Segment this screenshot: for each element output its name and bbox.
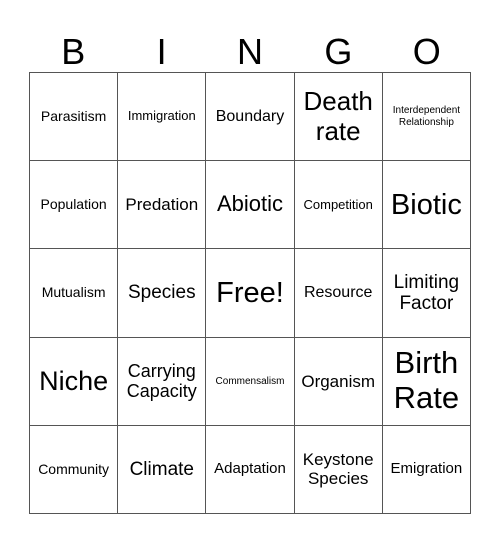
bingo-cell[interactable]: Immigration: [118, 73, 207, 162]
bingo-cell[interactable]: Community: [30, 425, 119, 514]
bingo-cell[interactable]: Parasitism: [30, 73, 119, 162]
bingo-cell[interactable]: Death rate: [294, 73, 383, 162]
bingo-cell[interactable]: Predation: [118, 161, 207, 250]
bingo-cell[interactable]: Niche: [30, 337, 119, 426]
bingo-cell[interactable]: Biotic: [382, 161, 471, 250]
bingo-cell[interactable]: Resource: [294, 249, 383, 338]
bingo-cell[interactable]: Interdependent Relationship: [382, 73, 471, 162]
header-letter-i: I: [156, 31, 167, 72]
bingo-cell[interactable]: Birth Rate: [382, 337, 471, 426]
bingo-cell[interactable]: Boundary: [206, 73, 295, 162]
bingo-cell[interactable]: Keystone Species: [294, 425, 383, 514]
header-letter-n: N: [236, 31, 263, 72]
header-letter-g: G: [324, 31, 353, 72]
header-letter-o: O: [412, 31, 441, 72]
bingo-cell[interactable]: Carrying Capacity: [118, 337, 207, 426]
bingo-cell[interactable]: Species: [118, 249, 207, 338]
bingo-cell[interactable]: Commensalism: [206, 337, 295, 426]
bingo-cell[interactable]: Abiotic: [206, 161, 295, 250]
free-space-cell[interactable]: Free!: [206, 249, 295, 338]
bingo-cell[interactable]: Adaptation: [206, 425, 295, 514]
bingo-cell[interactable]: Limiting Factor: [382, 249, 471, 338]
bingo-cell[interactable]: Emigration: [382, 425, 471, 514]
bingo-cell[interactable]: Population: [30, 161, 119, 250]
bingo-cell[interactable]: Competition: [294, 161, 383, 250]
bingo-cell[interactable]: Climate: [118, 425, 207, 514]
bingo-grid: Parasitism Immigration Boundary Death ra…: [29, 72, 471, 514]
bingo-cell[interactable]: Organism: [294, 337, 383, 426]
bingo-cell[interactable]: Mutualism: [30, 249, 119, 338]
bingo-header: B I N G O: [29, 30, 471, 73]
header-letter-b: B: [61, 31, 86, 72]
